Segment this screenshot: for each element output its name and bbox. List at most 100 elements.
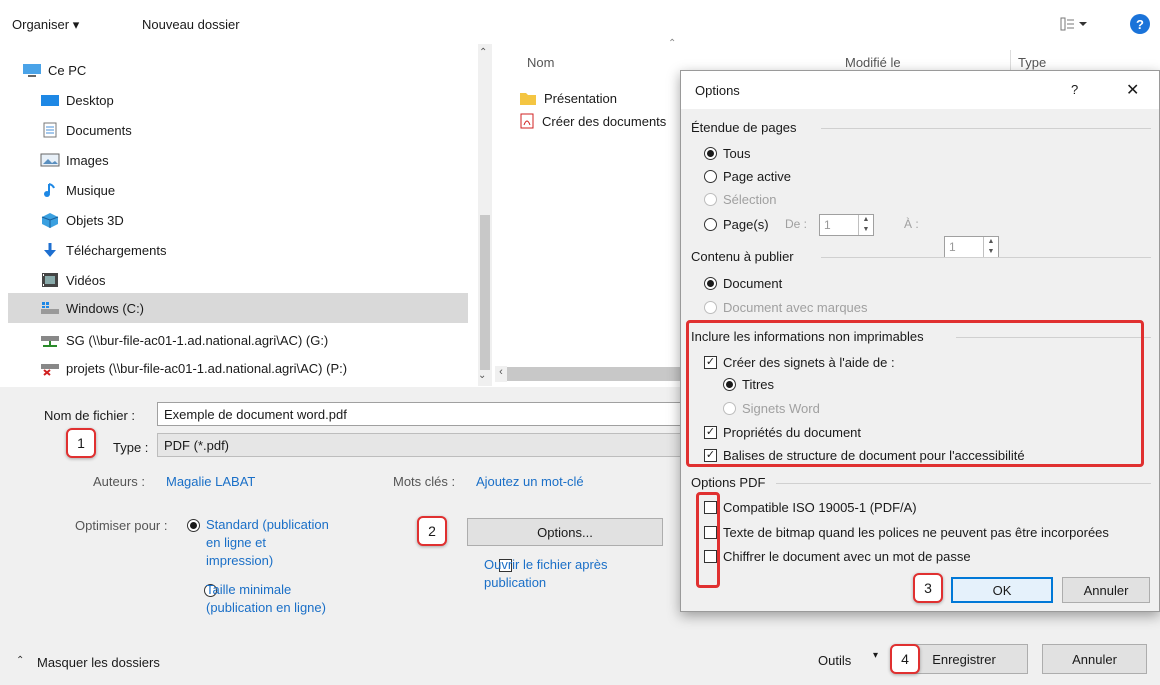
option-iso[interactable]: Compatible ISO 19005-1 (PDF/A): [704, 500, 917, 515]
desktop-icon: [40, 92, 60, 108]
file-name: Créer des documents: [542, 113, 667, 129]
optimize-standard-radio[interactable]: [187, 519, 200, 532]
network-drive-disconnected-icon: [40, 360, 60, 376]
option-bitmap-text[interactable]: Texte de bitmap quand les polices ne peu…: [704, 525, 1109, 540]
new-folder-button[interactable]: Nouveau dossier: [142, 17, 240, 32]
option-pages[interactable]: Page(s): [704, 217, 769, 232]
annotation-highlight-nonprint: [686, 320, 1144, 467]
from-value: 1: [824, 218, 831, 232]
option-label: Sélection: [723, 192, 777, 207]
nav-item-projets-drive[interactable]: projets (\\bur-file-ac01-1.ad.national.a…: [40, 353, 467, 383]
scroll-up-icon[interactable]: ⌃: [479, 47, 487, 58]
nav-item-videos[interactable]: Vidéos: [40, 265, 467, 295]
authors-label: Auteurs :: [93, 474, 146, 489]
nav-item-documents[interactable]: Documents: [40, 115, 467, 145]
step-badge-3: 3: [913, 573, 943, 603]
option-label: Tous: [723, 146, 751, 161]
radio[interactable]: [704, 218, 717, 231]
nav-item-sg-drive[interactable]: SG (\\bur-file-ac01-1.ad.national.agri\A…: [40, 325, 467, 355]
video-icon: [40, 272, 60, 288]
nav-label: projets (\\bur-file-ac01-1.ad.national.a…: [66, 360, 348, 376]
objects3d-icon: [40, 212, 60, 228]
optimize-standard-label[interactable]: Standard (publication: [206, 517, 329, 532]
option-label: Texte de bitmap quand les polices ne peu…: [723, 525, 1109, 540]
optimize-standard-label-2[interactable]: en ligne et: [206, 535, 266, 550]
nav-label: Images: [66, 152, 109, 168]
option-encrypt[interactable]: Chiffrer le document avec un mot de pass…: [704, 549, 971, 564]
option-document[interactable]: Document: [704, 276, 782, 291]
option-with-markup: Document avec marques: [704, 300, 868, 315]
step-badge-4: 4: [890, 644, 920, 674]
dialog-titlebar: Options ? ✕: [681, 71, 1159, 109]
nav-item-music[interactable]: Musique: [40, 175, 467, 205]
page-range-heading: Étendue de pages: [691, 120, 797, 135]
type-select[interactable]: PDF (*.pdf): [157, 433, 682, 457]
divider: [821, 257, 1151, 258]
optimize-standard-label-3[interactable]: impression): [206, 553, 273, 568]
nav-label: Téléchargements: [66, 242, 167, 258]
options-button[interactable]: Options...: [467, 518, 663, 546]
optimize-label: Optimiser pour :: [75, 518, 168, 533]
option-label: Page active: [723, 169, 791, 184]
column-modified[interactable]: Modifié le: [845, 55, 901, 70]
nav-scrollbar-thumb[interactable]: [480, 215, 490, 370]
nav-item-3d-objects[interactable]: Objets 3D: [40, 205, 467, 235]
option-selection: Sélection: [704, 192, 776, 207]
badge-number: 4: [901, 651, 909, 667]
filename-input[interactable]: Exemple de document word.pdf: [157, 402, 682, 426]
dialog-help-icon[interactable]: ?: [1071, 82, 1078, 97]
horizontal-scrollbar[interactable]: [500, 367, 685, 381]
scroll-down-icon[interactable]: ⌄: [478, 370, 486, 381]
file-row[interactable]: Créer des documents: [520, 110, 666, 132]
filename-value: Exemple de document word.pdf: [164, 406, 347, 422]
file-row[interactable]: Présentation: [520, 87, 617, 109]
type-value: PDF (*.pdf): [164, 437, 230, 453]
hide-folders-button[interactable]: Masquer les dossiers: [37, 655, 160, 670]
option-label: Compatible ISO 19005-1 (PDF/A): [723, 500, 917, 515]
radio[interactable]: [704, 277, 717, 290]
nav-label: Documents: [66, 122, 132, 138]
filename-label: Nom de fichier :: [44, 408, 136, 423]
close-icon[interactable]: ✕: [1126, 80, 1139, 100]
option-label: Page(s): [723, 217, 769, 232]
radio[interactable]: [704, 170, 717, 183]
optimize-minimal-label-2[interactable]: (publication en ligne): [206, 600, 326, 615]
nav-item-downloads[interactable]: Téléchargements: [40, 235, 467, 265]
nav-item-desktop[interactable]: Desktop: [40, 85, 467, 115]
tools-button[interactable]: Outils: [818, 653, 851, 668]
authors-value[interactable]: Magalie LABAT: [166, 474, 255, 489]
radio: [704, 301, 717, 314]
column-name[interactable]: Nom: [527, 55, 554, 70]
option-current-page[interactable]: Page active: [704, 169, 791, 184]
type-label: Type :: [113, 440, 149, 455]
cancel-button-label: Annuler: [1072, 651, 1117, 667]
option-all[interactable]: Tous: [704, 146, 750, 161]
organise-button[interactable]: Organiser ▾: [12, 17, 79, 33]
cancel-button[interactable]: Annuler: [1042, 644, 1147, 674]
keywords-value[interactable]: Ajoutez un mot-clé: [476, 474, 584, 489]
open-after-label[interactable]: Ouvrir le fichier après: [484, 557, 608, 572]
from-label: De :: [785, 217, 808, 231]
network-drive-icon: [40, 332, 60, 348]
to-value: 1: [949, 240, 956, 254]
dialog-cancel-button[interactable]: Annuler: [1062, 577, 1150, 603]
open-after-label-2[interactable]: publication: [484, 575, 546, 590]
pdf-icon: [520, 113, 534, 129]
radio[interactable]: [704, 147, 717, 160]
images-icon: [40, 152, 60, 168]
ok-button[interactable]: OK: [951, 577, 1053, 603]
nav-item-this-pc[interactable]: Ce PC: [22, 55, 467, 85]
column-type[interactable]: Type: [1018, 55, 1046, 70]
scroll-left-icon[interactable]: ‹: [495, 366, 507, 382]
chevron-up-icon[interactable]: ⌃: [16, 655, 24, 666]
optimize-minimal-label[interactable]: Taille minimale: [206, 582, 291, 597]
tools-dropdown-icon[interactable]: ▾: [873, 650, 878, 661]
to-label: À :: [904, 217, 919, 231]
nav-label: Ce PC: [48, 62, 87, 78]
nav-label: Windows (C:): [66, 300, 145, 316]
sort-up-icon: ⌃: [668, 38, 677, 49]
view-icon[interactable]: [1060, 15, 1088, 33]
nav-item-windows-c[interactable]: Windows (C:): [8, 293, 468, 323]
nav-item-images[interactable]: Images: [40, 145, 467, 175]
help-icon[interactable]: ?: [1130, 14, 1150, 34]
